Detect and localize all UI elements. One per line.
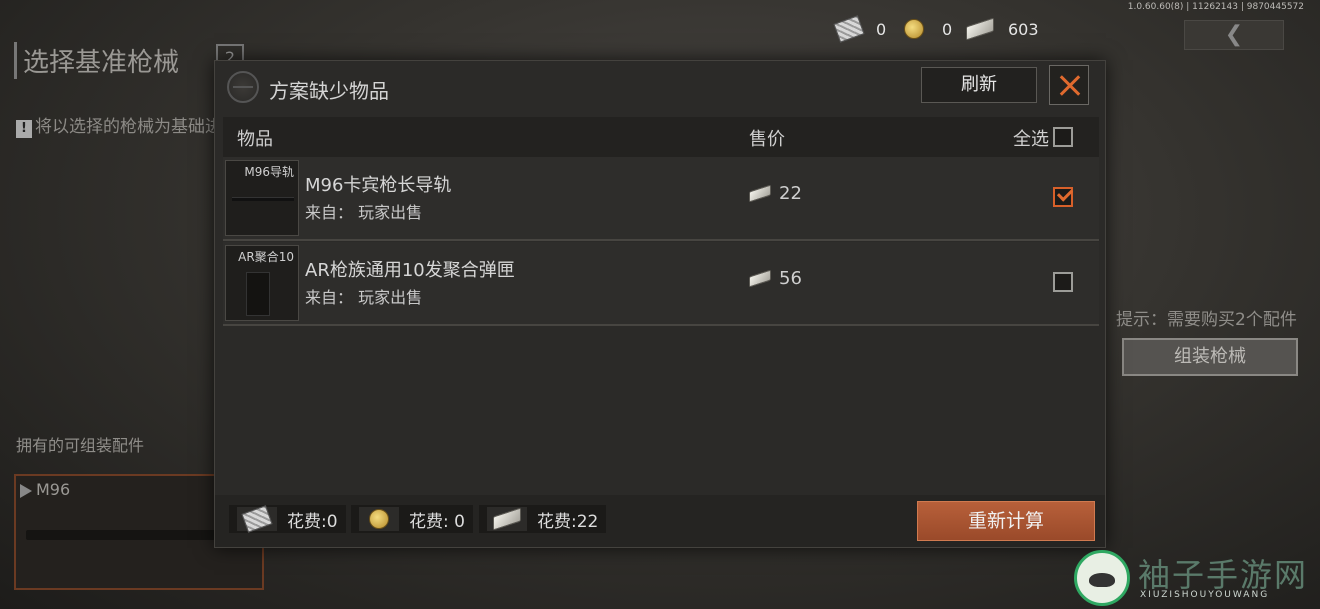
cash-currency	[966, 17, 994, 41]
ticket-cost: 花费:0	[229, 505, 346, 533]
coin-icon-box	[359, 507, 399, 531]
cash-cost-value: 花费:22	[537, 511, 599, 532]
table-row[interactable]: AR聚合10 AR枪族通用10发聚合弹匣 来自： 玩家出售 56	[223, 242, 1099, 326]
item-checkbox[interactable]	[1053, 272, 1073, 292]
warning-icon: !	[16, 120, 32, 138]
item-name: M96卡宾枪长导轨	[305, 175, 452, 196]
dialog-footer: 花费:0 花费: 0 花费:22 重新计算	[215, 495, 1105, 547]
notice-label: 将以选择的枪械为基础进	[35, 117, 222, 137]
dialog-title: 方案缺少物品	[269, 79, 389, 103]
select-all-label: 全选	[1013, 129, 1049, 150]
page-title: 选择基准枪械	[14, 42, 179, 79]
price-value: 56	[779, 268, 802, 289]
select-all-checkbox[interactable]	[1053, 127, 1073, 147]
owned-part-card-label: M96	[20, 480, 70, 499]
gun-silhouette	[26, 530, 226, 540]
table-row[interactable]: M96导轨 M96卡宾枪长导轨 来自： 玩家出售 22	[223, 157, 1099, 241]
item-checkbox[interactable]	[1053, 187, 1073, 207]
cash-icon	[749, 269, 771, 288]
item-price: 56	[749, 268, 802, 289]
column-price: 售价	[749, 129, 785, 150]
thumb-label: M96导轨	[244, 165, 294, 179]
table-header: 物品 售价 全选	[223, 117, 1099, 157]
rail-image	[232, 197, 294, 201]
ticket-amount: 0	[876, 19, 887, 39]
back-button[interactable]: ❮	[1184, 20, 1284, 50]
cash-icon	[749, 184, 771, 203]
column-item: 物品	[237, 129, 273, 150]
item-thumbnail: M96导轨	[225, 160, 299, 236]
item-name: AR枪族通用10发聚合弹匣	[305, 260, 515, 281]
coin-currency	[904, 18, 924, 40]
cash-cost: 花费:22	[479, 505, 607, 533]
item-thumbnail: AR聚合10	[225, 245, 299, 321]
missing-items-dialog: 方案缺少物品 刷新 物品 售价 全选 M96导轨 M96卡宾枪长导轨 来自： 玩…	[214, 60, 1106, 548]
globe-icon	[227, 71, 259, 103]
recalculate-button[interactable]: 重新计算	[917, 501, 1095, 541]
cash-icon-box	[487, 507, 527, 531]
owned-parts-label: 拥有的可组装配件	[16, 436, 145, 455]
watermark-logo	[1074, 550, 1130, 606]
cash-amount: 603	[1008, 19, 1039, 39]
item-source: 来自： 玩家出售	[305, 203, 423, 222]
cash-icon	[966, 17, 994, 41]
coin-cost: 花费: 0	[351, 505, 473, 533]
cash-icon	[493, 507, 521, 531]
ticket-icon	[833, 15, 865, 43]
coin-cost-value: 花费: 0	[409, 511, 465, 532]
purchase-hint: 提示：需要购买2个配件	[1116, 310, 1297, 330]
item-price: 22	[749, 183, 802, 204]
coin-icon	[904, 19, 924, 39]
price-value: 22	[779, 183, 802, 204]
coin-icon	[369, 509, 389, 529]
assemble-button[interactable]: 组装枪械	[1122, 338, 1298, 376]
magazine-image	[246, 272, 270, 316]
thumb-label: AR聚合10	[238, 250, 294, 264]
close-icon[interactable]	[1049, 65, 1089, 105]
version-label: 1.0.60.60(8) | 11262143 | 9870445572	[1127, 2, 1304, 12]
coin-amount: 0	[942, 19, 953, 39]
notice-text: ! 将以选择的枪械为基础进	[16, 112, 222, 138]
refresh-button[interactable]: 刷新	[921, 67, 1037, 103]
chevron-left-icon: ❮	[1224, 22, 1244, 47]
ticket-icon-box	[237, 505, 277, 533]
ticket-currency	[833, 15, 865, 43]
play-icon	[20, 483, 32, 498]
card-label-text: M96	[36, 480, 71, 499]
ticket-icon	[241, 505, 273, 533]
ticket-cost-value: 花费:0	[287, 511, 338, 532]
watermark-subtext: XIUZISHOUYOUWANG	[1140, 590, 1270, 600]
item-source: 来自： 玩家出售	[305, 288, 423, 307]
